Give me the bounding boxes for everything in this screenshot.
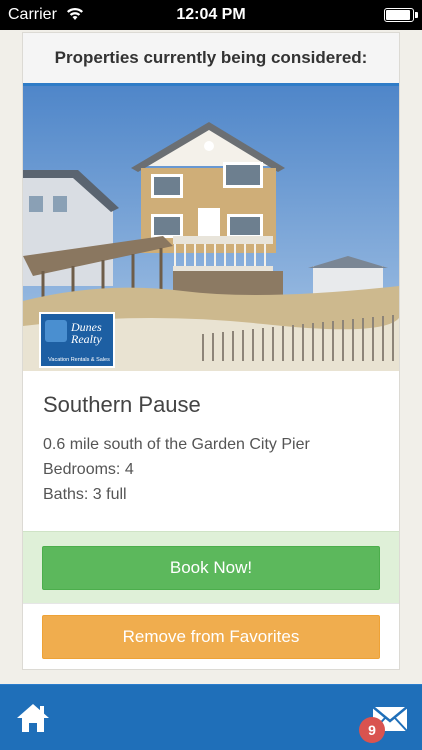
- property-bedrooms: Bedrooms: 4: [43, 461, 134, 478]
- property-photo[interactable]: Dunes Realty Vacation Rentals & Sales: [23, 86, 399, 371]
- remove-row: Remove from Favorites: [23, 604, 399, 670]
- card-header: Properties currently being considered:: [23, 33, 399, 86]
- battery-icon: [384, 8, 418, 22]
- wave-icon: [45, 320, 67, 342]
- clock: 12:04 PM: [176, 6, 246, 23]
- home-icon[interactable]: [16, 702, 50, 734]
- logo-line2: Realty: [71, 332, 102, 346]
- book-row: Book Now!: [23, 531, 399, 604]
- property-location: 0.6 mile south of the Garden City Pier: [43, 436, 310, 453]
- remove-favorite-button[interactable]: Remove from Favorites: [42, 615, 380, 659]
- bottom-nav: 9: [0, 684, 422, 750]
- section-title: Properties currently being considered:: [54, 48, 368, 67]
- property-baths: Baths: 3 full: [43, 486, 127, 503]
- status-bar: Carrier 12:04 PM: [0, 0, 422, 30]
- favorites-card: Properties currently being considered: D…: [22, 32, 400, 670]
- property-name: Southern Pause: [43, 392, 201, 417]
- logo-tagline: Vacation Rentals & Sales: [48, 357, 110, 363]
- notification-badge: 9: [359, 717, 385, 743]
- dunes-realty-logo: Dunes Realty Vacation Rentals & Sales: [39, 312, 115, 368]
- property-details: Southern Pause 0.6 mile south of the Gar…: [23, 371, 399, 531]
- book-now-button[interactable]: Book Now!: [42, 545, 380, 590]
